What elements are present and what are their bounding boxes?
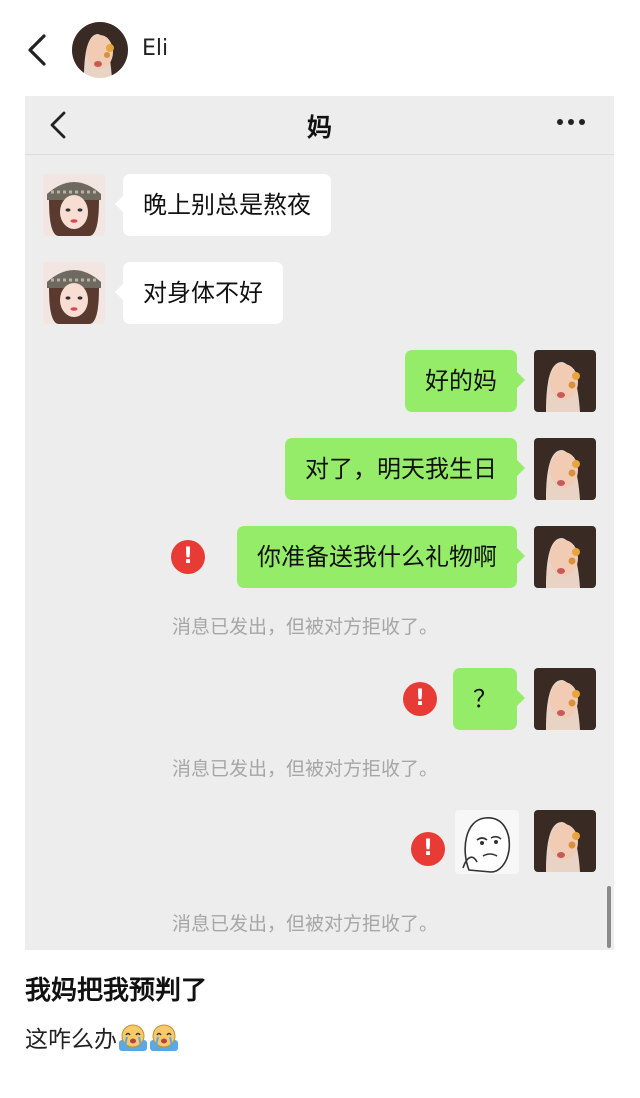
rejection-notice: 消息已发出，但被对方拒收了。 [172,913,439,935]
message-bubble-received[interactable]: 对身体不好 [115,262,283,324]
self-avatar[interactable] [534,810,596,872]
message-bubble-received[interactable]: 晚上别总是熬夜 [115,174,331,236]
error-icon[interactable]: ! [411,832,445,866]
author-name[interactable]: Eli [142,36,168,61]
meme-face-sticker[interactable] [455,810,519,874]
error-icon[interactable]: ! [171,540,205,574]
scrollbar[interactable] [607,886,611,948]
crying-face-emoji [150,1024,178,1051]
error-icon[interactable]: ! [403,682,437,716]
self-avatar[interactable] [534,526,596,588]
crying-face-emoji [119,1024,147,1051]
rejection-notice: 消息已发出，但被对方拒收了。 [172,616,439,638]
chat-title: 妈 [306,113,332,142]
message-bubble-sent[interactable]: ？ [453,668,525,730]
contact-avatar[interactable] [43,174,105,236]
self-avatar[interactable] [534,668,596,730]
chat-screenshot: 妈 晚上别总是熬夜 对身体不好 好的妈 对了，明天我生日 ! 你准备送我什么礼物… [25,96,614,950]
message-bubble-sent[interactable]: 好的妈 [405,350,525,412]
author-avatar[interactable] [72,22,128,78]
post-caption-title: 我妈把我预判了 [25,976,208,1006]
message-bubble-sent[interactable]: 对了，明天我生日 [285,438,525,500]
message-bubble-sent[interactable]: 你准备送我什么礼物啊 [237,526,525,588]
chat-header: 妈 [25,96,614,155]
rejection-notice: 消息已发出，但被对方拒收了。 [172,758,439,780]
back-arrow-icon[interactable] [22,30,52,70]
more-options-icon[interactable] [556,116,586,128]
contact-avatar[interactable] [43,262,105,324]
post-caption-text: 这咋么办 [25,1027,117,1053]
self-avatar[interactable] [534,438,596,500]
post-caption-body: 这咋么办 [25,1020,179,1054]
self-avatar[interactable] [534,350,596,412]
post-header: Eli [0,0,640,100]
